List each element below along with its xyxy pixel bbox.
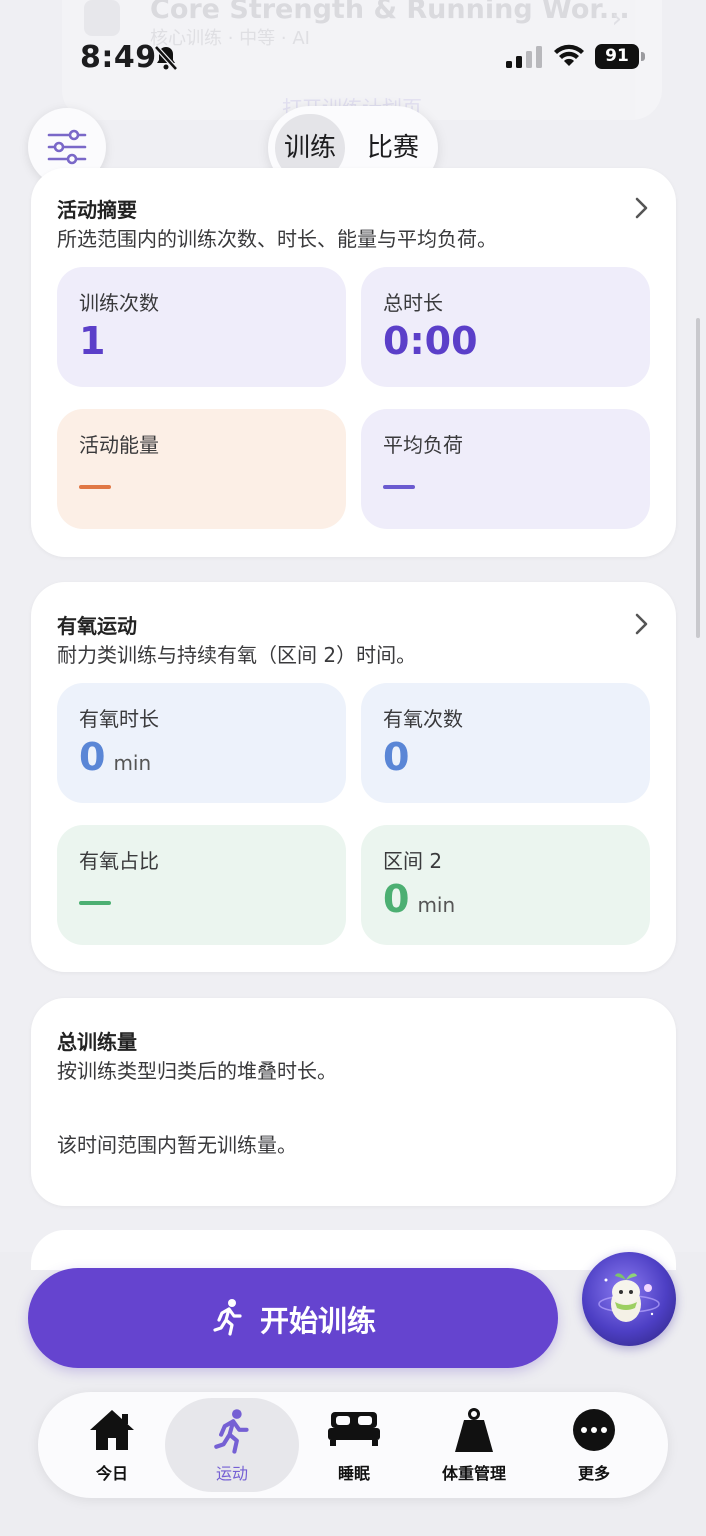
chevron-right-icon[interactable]	[634, 612, 650, 636]
stat-value: 0:00	[383, 319, 478, 363]
start-training-label: 开始训练	[260, 1304, 377, 1338]
stat-tile-aerobic-duration: 有氧时长 0 min	[57, 683, 346, 803]
stat-tile-sessions: 训练次数 1	[57, 267, 346, 387]
battery-level: 91	[595, 44, 639, 69]
bed-icon	[328, 1412, 380, 1446]
stat-tile-load: 平均负荷	[361, 409, 650, 529]
run-icon	[214, 1409, 249, 1454]
stat-value: 0 min	[79, 735, 151, 779]
signal-icon	[506, 46, 542, 68]
stat-tile-duration: 总时长 0:00	[361, 267, 650, 387]
stat-tile-aerobic-count: 有氧次数 0	[361, 683, 650, 803]
stat-label: 有氧次数	[383, 707, 463, 731]
start-training-button[interactable]: 开始训练	[28, 1268, 558, 1368]
card-title: 有氧运动	[57, 614, 137, 638]
card-subtitle: 耐力类训练与持续有氧（区间 2）时间。	[57, 643, 417, 667]
status-bar: 8:49 91	[0, 0, 706, 110]
tab-bar: 今日 运动 睡眠 体重管理 更多	[38, 1392, 668, 1498]
stat-label: 有氧占比	[79, 849, 159, 873]
wifi-icon	[554, 44, 584, 66]
tab-exercise[interactable]: 运动	[165, 1398, 299, 1492]
stat-tile-zone2: 区间 2 0 min	[361, 825, 650, 945]
stat-value: 0 min	[383, 877, 455, 921]
stat-unit: min	[113, 751, 152, 775]
stat-number: 0	[383, 877, 410, 921]
stat-label: 训练次数	[79, 291, 159, 315]
more-icon	[573, 1409, 615, 1451]
stat-tile-aerobic-ratio: 有氧占比	[57, 825, 346, 945]
weight-icon	[455, 1408, 493, 1452]
next-card-partial	[31, 1230, 676, 1270]
home-icon	[90, 1410, 134, 1450]
tab-today[interactable]: 今日	[52, 1398, 172, 1492]
empty-value-dash	[383, 485, 415, 489]
stat-unit: min	[417, 893, 456, 917]
empty-state-text: 该时间范围内暂无训练量。	[57, 1133, 297, 1157]
battery-icon: 91	[595, 44, 645, 69]
card-subtitle: 按训练类型归类后的堆叠时长。	[57, 1059, 337, 1083]
empty-value-dash	[79, 901, 111, 905]
training-volume-card: 总训练量 按训练类型归类后的堆叠时长。 该时间范围内暂无训练量。	[31, 998, 676, 1206]
empty-value-dash	[79, 485, 111, 489]
tab-label: 运动	[215, 1464, 248, 1483]
card-title: 总训练量	[57, 1030, 137, 1054]
stat-value: 0	[383, 735, 410, 779]
mascot-icon	[598, 1273, 660, 1322]
tab-more[interactable]: 更多	[534, 1398, 654, 1492]
tab-weight[interactable]: 体重管理	[414, 1398, 534, 1492]
sliders-icon	[47, 129, 87, 165]
tab-label: 更多	[577, 1464, 610, 1483]
ai-assistant-button[interactable]	[582, 1252, 676, 1346]
card-subtitle: 所选范围内的训练次数、时长、能量与平均负荷。	[57, 227, 497, 251]
stat-label: 总时长	[383, 291, 443, 315]
bell-slash-icon	[154, 45, 178, 71]
stat-value: 1	[79, 319, 106, 363]
run-icon	[213, 1299, 242, 1336]
tab-label: 体重管理	[441, 1464, 506, 1483]
status-time: 8:49	[80, 40, 157, 75]
stat-tile-energy: 活动能量	[57, 409, 346, 529]
tab-sleep[interactable]: 睡眠	[294, 1398, 414, 1492]
tab-label: 睡眠	[337, 1464, 370, 1483]
aerobic-card[interactable]: 有氧运动 耐力类训练与持续有氧（区间 2）时间。 有氧时长 0 min 有氧次数 …	[31, 582, 676, 972]
stat-label: 平均负荷	[383, 433, 463, 457]
chevron-right-icon[interactable]	[634, 196, 650, 220]
activity-summary-card[interactable]: 活动摘要 所选范围内的训练次数、时长、能量与平均负荷。 训练次数 1 总时长 0…	[31, 168, 676, 557]
stat-label: 区间 2	[383, 849, 443, 873]
scrollbar[interactable]	[696, 318, 700, 638]
stat-label: 有氧时长	[79, 707, 159, 731]
stat-number: 0	[79, 735, 106, 779]
tab-label: 今日	[95, 1464, 128, 1483]
card-title: 活动摘要	[57, 198, 137, 222]
stat-label: 活动能量	[79, 433, 159, 457]
